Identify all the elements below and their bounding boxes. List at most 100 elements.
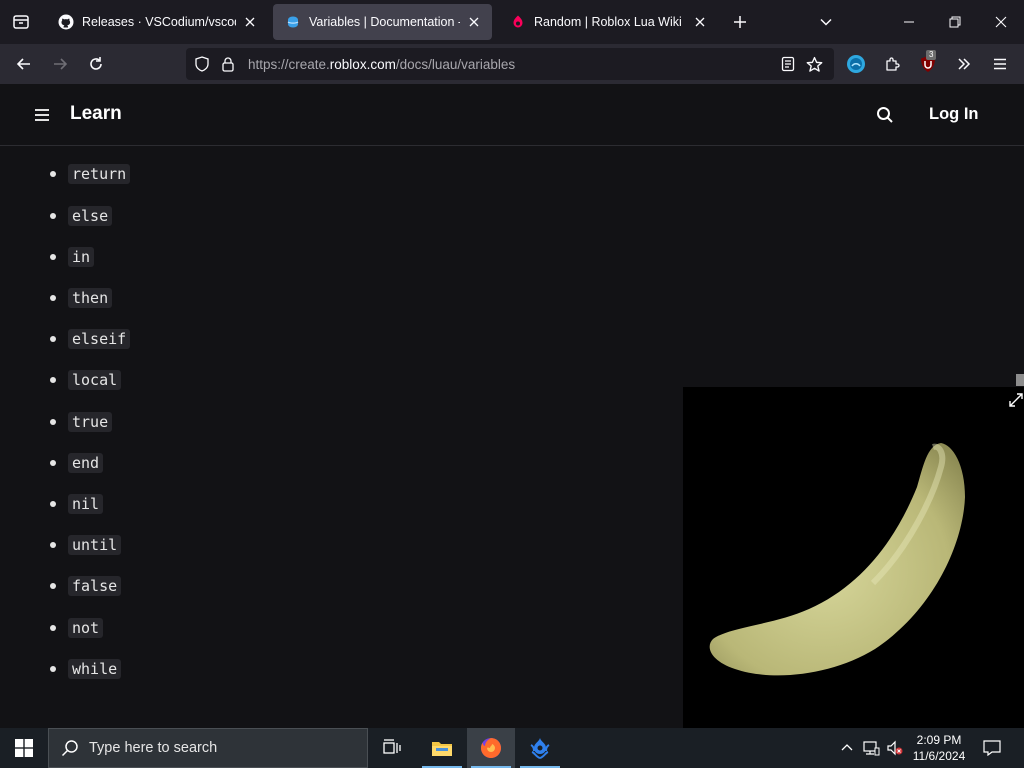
banana-video-frame [709,443,965,676]
chevron-up-icon [841,744,853,751]
restore-icon [949,16,961,28]
keyword-code: not [68,618,104,638]
keyword-code: false [68,576,122,596]
search-icon [61,740,78,757]
search-icon[interactable] [876,106,894,124]
firefox-icon [481,738,501,758]
clock-date: 11/6/2024 [912,749,966,763]
keyword-code: while [68,659,122,679]
network-icon [863,741,880,756]
bullet [50,542,56,548]
list-item: nil [50,493,104,515]
list-item: return [50,163,131,185]
restore-button[interactable] [932,0,978,44]
tab-variables-documentation[interactable]: Variables | Documentation - Roblox Creat… [273,4,492,40]
task-view-button[interactable] [368,728,416,768]
list-item: until [50,534,122,556]
list-all-tabs-button[interactable] [814,10,838,34]
list-item: end [50,452,104,474]
bullet [50,377,56,383]
keyword-code: true [68,412,113,432]
bullet [50,295,56,301]
close-tab-icon[interactable] [466,14,482,30]
notification-icon [983,740,1001,756]
forward-button[interactable] [48,52,72,76]
firefox-view-icon [13,15,29,29]
fandom-icon [513,15,523,28]
notification-center-button[interactable] [978,728,1006,768]
list-item: not [50,617,104,639]
bullet [50,419,56,425]
bullet [50,625,56,631]
vscodium-taskbar-button[interactable] [516,728,564,768]
keyword-code: local [68,370,122,390]
plus-icon [734,16,746,28]
bullet [50,501,56,507]
picture-in-picture-window[interactable] [683,387,1024,728]
windows-logo-icon [15,739,33,757]
speaker-muted-icon [887,740,903,756]
keyword-code: then [68,288,113,308]
forward-arrow-icon [54,58,68,70]
puzzle-piece-icon [886,57,900,71]
firefox-view-button[interactable] [0,0,42,44]
more-tools-button[interactable] [952,52,976,76]
new-tab-button[interactable] [728,10,752,34]
clock-time: 2:09 PM [916,733,962,747]
back-button[interactable] [12,52,36,76]
tracking-protection-shield-icon[interactable] [194,56,210,72]
tab-roblox-lua-wiki[interactable]: Random | Roblox Lua Wiki | Fandom [498,4,718,40]
list-item: true [50,411,113,433]
close-window-button[interactable] [978,0,1024,44]
tab-title: Releases · VSCodium/vscodium [82,15,236,29]
search-placeholder: Type here to search [89,740,218,756]
bullet [50,254,56,260]
firefox-account-button[interactable] [844,52,868,76]
keyword-code: end [68,453,104,473]
url-prefix: https://create. [248,57,330,72]
close-tab-icon[interactable] [242,14,258,30]
login-button[interactable]: Log In [929,105,978,124]
hamburger-menu-icon[interactable] [34,107,50,123]
list-item: else [50,205,113,227]
windows-taskbar: Type here to search 2:09 PM 11/6/2024 [0,728,1024,768]
application-menu-button[interactable] [988,52,1012,76]
address-bar[interactable]: https://create.roblox.com/docs/luau/vari… [186,48,834,80]
network-button[interactable] [860,728,882,768]
taskbar-search-box[interactable]: Type here to search [48,728,368,768]
bookmark-star-icon[interactable] [806,56,823,73]
pip-expand-icon[interactable] [1008,392,1024,408]
task-view-icon [383,739,401,754]
extensions-button[interactable] [880,52,904,76]
firefox-taskbar-button[interactable] [467,728,515,768]
back-arrow-icon [16,58,30,70]
show-hidden-icons-button[interactable] [836,728,858,768]
bullet [50,171,56,177]
minimize-button[interactable] [886,0,932,44]
close-tab-icon[interactable] [692,14,708,30]
bullet [50,336,56,342]
url-text[interactable]: https://create.roblox.com/docs/luau/vari… [248,57,515,72]
list-item: while [50,658,122,680]
keyword-code: in [68,247,95,267]
system-clock[interactable]: 2:09 PM 11/6/2024 [906,732,972,764]
extension-badge: 3 [926,50,937,60]
double-chevron-right-icon [958,58,971,70]
file-explorer-button[interactable] [418,728,466,768]
navigation-toolbar: https://create.roblox.com/docs/luau/vari… [0,44,1024,84]
chevron-down-icon [820,18,832,26]
account-avatar-icon [847,55,865,73]
scrollbar-thumb[interactable] [1016,374,1024,386]
reader-view-icon[interactable] [780,56,796,72]
keyword-code: elseif [68,329,131,349]
start-button[interactable] [0,728,48,768]
lock-icon[interactable] [220,56,236,72]
volume-button[interactable] [884,728,906,768]
site-title[interactable]: Learn [70,103,122,125]
keyword-code: else [68,206,113,226]
list-item: then [50,287,113,309]
tab-vscodium-releases[interactable]: Releases · VSCodium/vscodium [46,4,268,40]
reload-button[interactable] [84,52,108,76]
keyword-code: nil [68,494,104,514]
tab-title: Variables | Documentation - Roblox Creat… [309,15,460,29]
